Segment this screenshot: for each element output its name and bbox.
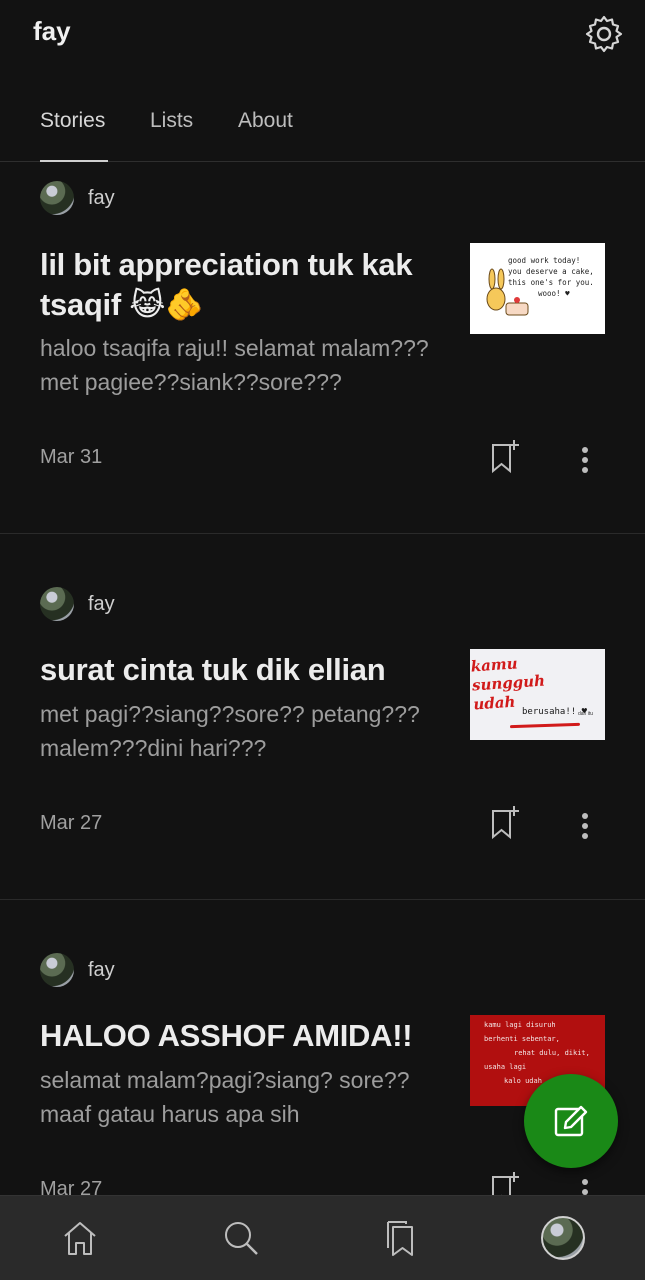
story-date: Mar 27 xyxy=(40,812,103,834)
story-date: Mar 31 xyxy=(40,446,103,468)
profile-title: fay xyxy=(33,16,71,46)
story-title[interactable]: surat cinta tuk dik ellian xyxy=(40,650,440,690)
profile-tabs: Stories Lists About xyxy=(0,95,645,162)
story-card[interactable]: fay surat cinta tuk dik ellian met pagi?… xyxy=(0,534,645,900)
tab-about[interactable]: About xyxy=(238,109,293,133)
story-thumbnail[interactable]: good work today! you deserve a cake, thi… xyxy=(470,243,605,334)
bottom-navigation xyxy=(0,1195,645,1280)
gear-icon[interactable] xyxy=(584,14,624,54)
bookmark-add-icon[interactable] xyxy=(490,439,520,475)
compose-icon xyxy=(554,1105,588,1137)
nav-library[interactable] xyxy=(378,1216,422,1260)
avatar xyxy=(40,587,74,621)
story-author[interactable]: fay xyxy=(40,587,115,621)
author-name: fay xyxy=(88,958,115,981)
more-options-icon[interactable] xyxy=(575,808,595,844)
bookmark-add-icon[interactable] xyxy=(490,1171,520,1195)
story-excerpt[interactable]: met pagi??siang??sore?? petang???malem??… xyxy=(40,697,440,765)
story-date: Mar 27 xyxy=(40,1178,103,1195)
story-thumbnail[interactable]: kamu sungguh udah berusaha!! ♥ dan itu xyxy=(470,649,605,740)
tab-lists[interactable]: Lists xyxy=(150,109,193,133)
author-name: fay xyxy=(88,186,115,209)
write-story-button[interactable] xyxy=(524,1074,618,1168)
avatar xyxy=(40,181,74,215)
story-author[interactable]: fay xyxy=(40,181,115,215)
avatar xyxy=(40,953,74,987)
top-bar: fay xyxy=(0,0,645,70)
story-card[interactable]: fay lil bit appreciation tuk kak tsaqif … xyxy=(0,162,645,534)
story-title[interactable]: lil bit appreciation tuk kak tsaqif 😹🫵 xyxy=(40,245,440,325)
profile-avatar xyxy=(541,1216,585,1260)
author-name: fay xyxy=(88,592,115,615)
story-excerpt[interactable]: haloo tsaqifa raju!! selamat malam???met… xyxy=(40,331,440,399)
thumbnail-note: good work today! you deserve a cake, thi… xyxy=(508,256,594,298)
more-options-icon[interactable] xyxy=(575,442,595,478)
story-feed[interactable]: fay lil bit appreciation tuk kak tsaqif … xyxy=(0,162,645,1195)
thumbnail-handwriting: kamu sungguh udah xyxy=(470,654,546,714)
home-icon xyxy=(64,1222,96,1255)
underline-stroke xyxy=(509,722,581,729)
nav-profile[interactable] xyxy=(541,1216,585,1260)
nav-home[interactable] xyxy=(58,1216,102,1260)
story-title[interactable]: HALOO ASSHOF AMIDA!! xyxy=(40,1016,460,1056)
story-author[interactable]: fay xyxy=(40,953,115,987)
nav-search[interactable] xyxy=(219,1216,263,1260)
story-excerpt[interactable]: selamat malam?pagi?siang? sore?? maaf ga… xyxy=(40,1063,440,1131)
thumbnail-small-note: dan itu xyxy=(578,711,594,717)
more-options-icon[interactable] xyxy=(575,1174,595,1195)
search-icon xyxy=(225,1222,258,1255)
library-icon xyxy=(387,1221,413,1256)
bookmark-add-icon[interactable] xyxy=(490,805,520,841)
tab-stories[interactable]: Stories xyxy=(40,109,105,133)
